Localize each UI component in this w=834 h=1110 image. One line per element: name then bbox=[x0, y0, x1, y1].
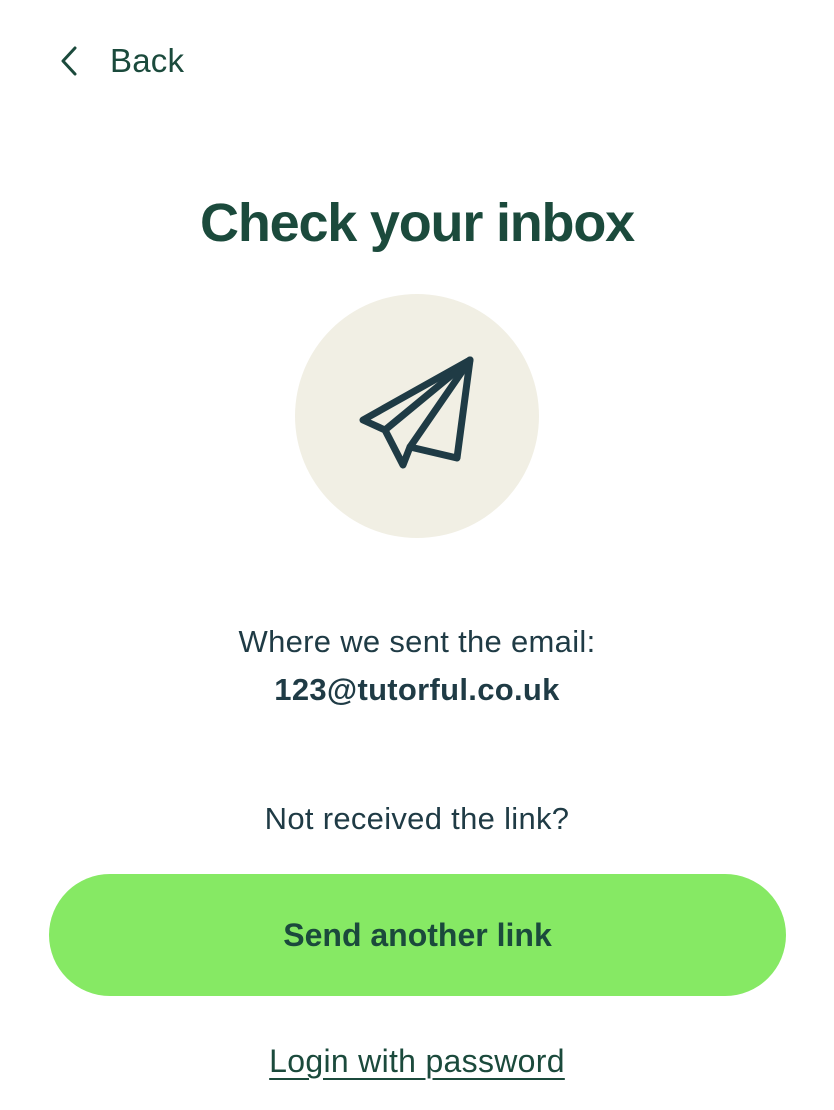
paper-plane-icon bbox=[295, 292, 539, 541]
page-title: Check your inbox bbox=[200, 193, 635, 253]
sent-email-address: 123@tutorful.co.uk bbox=[274, 672, 560, 707]
back-button[interactable]: Back bbox=[54, 38, 184, 84]
send-another-link-button[interactable]: Send another link bbox=[49, 874, 786, 996]
hero-illustration bbox=[295, 294, 539, 538]
not-received-text: Not received the link? bbox=[264, 801, 570, 836]
back-label: Back bbox=[110, 42, 185, 79]
login-with-password-link[interactable]: Login with password bbox=[0, 1038, 834, 1084]
chevron-left-icon bbox=[54, 38, 84, 84]
sent-to-label: Where we sent the email: bbox=[238, 624, 596, 659]
